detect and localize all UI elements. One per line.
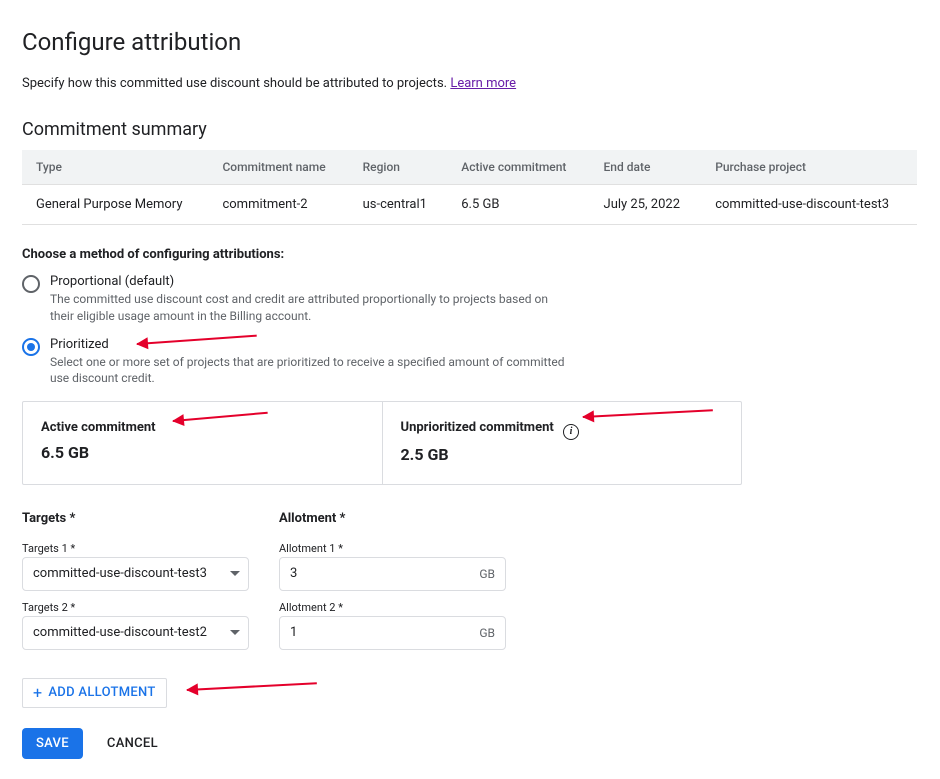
targets-1-select[interactable]: committed-use-discount-test3 bbox=[22, 557, 249, 591]
commitment-summary-table: Type Commitment name Region Active commi… bbox=[22, 150, 917, 225]
cancel-button[interactable]: CANCEL bbox=[107, 736, 158, 751]
info-icon[interactable]: i bbox=[563, 424, 579, 440]
radio-prioritized-title: Prioritized bbox=[50, 337, 570, 352]
radio-proportional[interactable]: Proportional (default) The committed use… bbox=[22, 274, 918, 325]
unprioritized-commitment-label: Unprioritized commitment bbox=[401, 420, 554, 435]
unprioritized-commitment-box: Unprioritized commitment i 2.5 GB bbox=[382, 402, 742, 484]
cell-end-date: July 25, 2022 bbox=[590, 185, 702, 225]
cell-type: General Purpose Memory bbox=[22, 185, 208, 225]
cell-active-commitment: 6.5 GB bbox=[447, 185, 589, 225]
col-end-date: End date bbox=[590, 150, 702, 185]
radio-icon bbox=[22, 275, 40, 293]
col-region: Region bbox=[349, 150, 448, 185]
col-active-commitment: Active commitment bbox=[447, 150, 589, 185]
cell-region: us-central1 bbox=[349, 185, 448, 225]
annotation-arrow-icon bbox=[582, 409, 712, 418]
targets-2-select[interactable]: committed-use-discount-test2 bbox=[22, 616, 249, 650]
chevron-down-icon bbox=[230, 571, 240, 576]
commitment-boxes: Active commitment 6.5 GB Unprioritized c… bbox=[22, 401, 742, 485]
unit-label: GB bbox=[479, 626, 495, 640]
save-button[interactable]: SAVE bbox=[22, 728, 83, 759]
radio-prioritized[interactable]: Prioritized Select one or more set of pr… bbox=[22, 337, 918, 388]
col-type: Type bbox=[22, 150, 208, 185]
targets-1-label: Targets 1 * bbox=[22, 542, 249, 555]
allotment-column: Allotment * Allotment 1 * 3 GB Allotment… bbox=[279, 511, 506, 660]
allotment-1-input[interactable]: 3 GB bbox=[279, 557, 506, 591]
allotment-2-value: 1 bbox=[290, 625, 297, 640]
commitment-summary-heading: Commitment summary bbox=[22, 119, 918, 140]
active-commitment-box: Active commitment 6.5 GB bbox=[23, 402, 382, 484]
radio-prioritized-desc: Select one or more set of projects that … bbox=[50, 354, 570, 388]
add-allotment-label: ADD ALLOTMENT bbox=[48, 685, 155, 700]
unit-label: GB bbox=[479, 567, 495, 581]
col-commitment-name: Commitment name bbox=[208, 150, 348, 185]
allotment-1-label: Allotment 1 * bbox=[279, 542, 506, 555]
active-commitment-value: 6.5 GB bbox=[41, 443, 364, 462]
cell-commitment-name: commitment-2 bbox=[208, 185, 348, 225]
table-row: General Purpose Memory commitment-2 us-c… bbox=[22, 185, 917, 225]
add-allotment-button[interactable]: + ADD ALLOTMENT bbox=[22, 678, 167, 708]
allotment-1-value: 3 bbox=[290, 566, 297, 581]
unprioritized-commitment-value: 2.5 GB bbox=[401, 445, 724, 464]
targets-2-label: Targets 2 * bbox=[22, 601, 249, 614]
radio-proportional-title: Proportional (default) bbox=[50, 274, 570, 289]
active-commitment-label: Active commitment bbox=[41, 420, 156, 435]
allotment-2-label: Allotment 2 * bbox=[279, 601, 506, 614]
col-purchase-project: Purchase project bbox=[701, 150, 917, 185]
allotment-header: Allotment * bbox=[279, 511, 506, 526]
page-subtitle: Specify how this committed use discount … bbox=[22, 76, 918, 91]
targets-2-value: committed-use-discount-test2 bbox=[33, 625, 207, 640]
chevron-down-icon bbox=[230, 630, 240, 635]
targets-1-value: committed-use-discount-test3 bbox=[33, 566, 207, 581]
annotation-arrow-icon bbox=[173, 412, 268, 422]
radio-proportional-desc: The committed use discount cost and cred… bbox=[50, 291, 570, 325]
method-label: Choose a method of configuring attributi… bbox=[22, 247, 918, 262]
targets-header: Targets * bbox=[22, 511, 249, 526]
targets-column: Targets * Targets 1 * committed-use-disc… bbox=[22, 511, 249, 660]
plus-icon: + bbox=[33, 685, 42, 701]
learn-more-link[interactable]: Learn more bbox=[450, 76, 516, 91]
allotment-2-input[interactable]: 1 GB bbox=[279, 616, 506, 650]
page-title: Configure attribution bbox=[22, 28, 918, 56]
annotation-arrow-icon bbox=[187, 682, 317, 691]
subtitle-text: Specify how this committed use discount … bbox=[22, 76, 447, 91]
cell-purchase-project: committed-use-discount-test3 bbox=[701, 185, 917, 225]
radio-icon-selected bbox=[22, 338, 40, 356]
